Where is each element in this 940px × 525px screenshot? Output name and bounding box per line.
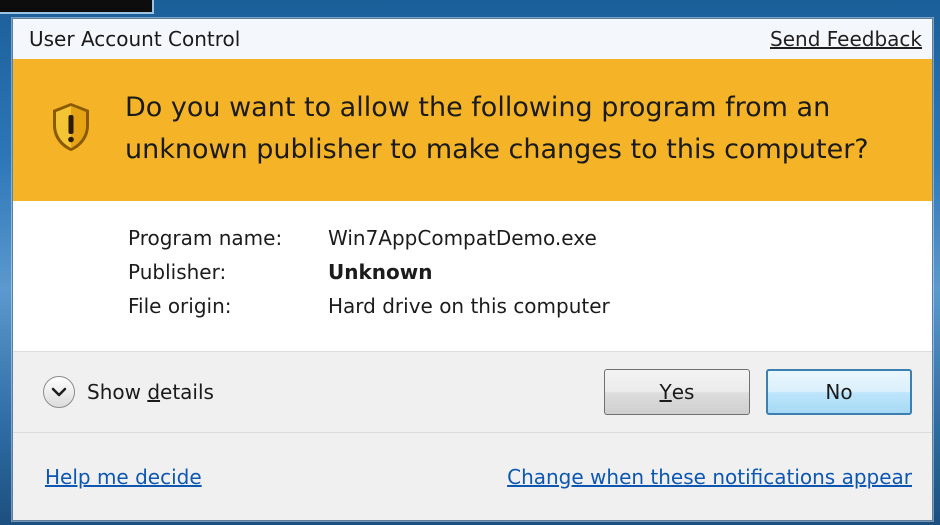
show-details-toggle[interactable]: Show details bbox=[43, 376, 214, 408]
yes-button[interactable]: Yes bbox=[604, 369, 750, 415]
warning-banner: Do you want to allow the following progr… bbox=[13, 59, 932, 201]
dialog-title: User Account Control bbox=[29, 27, 241, 51]
program-name-row: Program name: Win7AppCompatDemo.exe bbox=[128, 221, 932, 255]
change-notifications-link[interactable]: Change when these notifications appear bbox=[507, 465, 912, 489]
dialog-buttons: Yes No bbox=[604, 369, 912, 415]
send-feedback-link[interactable]: Send Feedback bbox=[770, 27, 922, 51]
dialog-footer: Help me decide Change when these notific… bbox=[13, 432, 932, 520]
window-background-notch bbox=[0, 0, 154, 14]
publisher-row: Publisher: Unknown bbox=[128, 255, 932, 289]
program-info: Program name: Win7AppCompatDemo.exe Publ… bbox=[13, 201, 932, 351]
help-me-decide-link[interactable]: Help me decide bbox=[45, 465, 202, 489]
file-origin-row: File origin: Hard drive on this computer bbox=[128, 289, 932, 323]
publisher-label: Publisher: bbox=[128, 260, 227, 284]
file-origin-value: Hard drive on this computer bbox=[328, 294, 610, 318]
show-details-label: Show details bbox=[87, 380, 214, 404]
program-name-value: Win7AppCompatDemo.exe bbox=[328, 226, 597, 250]
permission-question: Do you want to allow the following progr… bbox=[125, 92, 869, 165]
action-bar: Show details Yes No bbox=[13, 351, 932, 432]
uac-shield-icon bbox=[53, 103, 89, 151]
chevron-down-icon[interactable] bbox=[43, 376, 75, 408]
publisher-value: Unknown bbox=[328, 260, 433, 284]
dialog-titlebar: User Account Control Send Feedback bbox=[13, 19, 932, 59]
uac-dialog: User Account Control Send Feedback Do yo… bbox=[12, 18, 933, 521]
program-name-label: Program name: bbox=[128, 226, 283, 250]
no-button[interactable]: No bbox=[766, 369, 912, 415]
file-origin-label: File origin: bbox=[128, 294, 232, 318]
